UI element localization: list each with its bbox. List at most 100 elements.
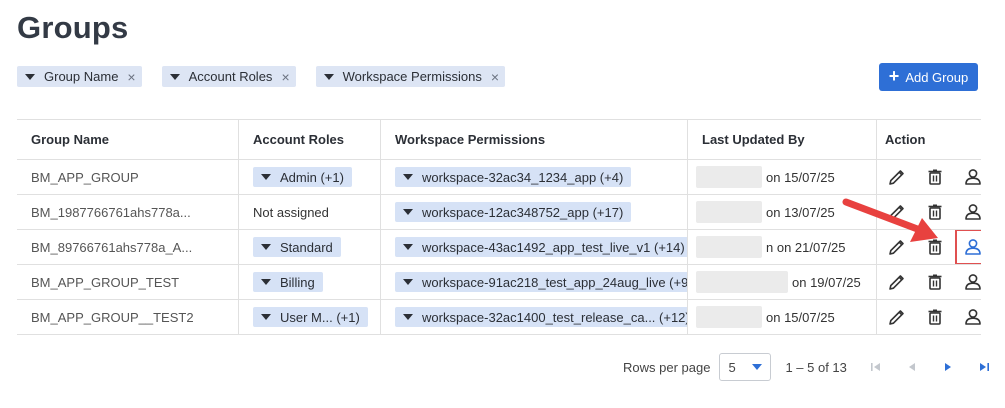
workspace-label: workspace-32ac34_1234_app (+4) <box>422 169 624 185</box>
caret-down-icon <box>261 174 271 180</box>
filter-chip-label: Account Roles <box>188 69 273 84</box>
updated-date: n on 21/07/25 <box>766 239 846 255</box>
role-tag[interactable]: Billing <box>253 272 323 292</box>
add-group-label: Add Group <box>905 69 969 85</box>
redacted-name <box>696 236 762 258</box>
caret-down-icon <box>323 73 334 80</box>
caret-down-icon <box>403 209 413 215</box>
group-name-cell: BM_89766761ahs778a_A... <box>17 230 239 264</box>
role-label: Standard <box>280 239 333 255</box>
column-header-last-updated-by[interactable]: Last Updated By <box>688 120 877 159</box>
workspace-permissions-cell: workspace-91ac218_test_app_24aug_live (+… <box>381 265 688 299</box>
last-updated-cell: on 15/07/25 <box>688 300 877 334</box>
plus-icon: + <box>888 66 900 86</box>
updated-date: on 19/07/25 <box>792 274 861 290</box>
workspace-label: workspace-12ac348752_app (+17) <box>422 204 624 220</box>
pencil-icon[interactable] <box>885 270 909 294</box>
next-page-icon[interactable] <box>941 360 955 374</box>
updated-date: on 13/07/25 <box>766 204 835 220</box>
column-header-account-roles[interactable]: Account Roles <box>239 120 381 159</box>
pagination: Rows per page 5 1 – 5 of 13 <box>623 353 991 381</box>
action-cell <box>877 160 981 194</box>
prev-page-icon[interactable] <box>905 360 919 374</box>
role-label: Admin (+1) <box>280 169 344 185</box>
caret-down-icon <box>403 314 413 320</box>
action-cell <box>877 265 981 299</box>
trash-icon[interactable] <box>923 305 947 329</box>
group-name-cell: BM_APP_GROUP <box>17 160 239 194</box>
page-range: 1 – 5 of 13 <box>785 359 847 375</box>
workspace-permissions-cell: workspace-32ac34_1234_app (+4) <box>381 160 688 194</box>
trash-icon[interactable] <box>923 270 947 294</box>
user-icon[interactable] <box>961 200 981 224</box>
filter-chip-group-name[interactable]: Group Name × <box>17 66 142 87</box>
filter-chip-account-roles[interactable]: Account Roles × <box>161 66 296 87</box>
account-roles-cell: User M... (+1) <box>239 300 381 334</box>
workspace-tag[interactable]: workspace-43ac1492_app_test_live_v1 (+14… <box>395 237 687 257</box>
close-icon[interactable]: × <box>491 70 499 84</box>
pencil-icon[interactable] <box>885 305 909 329</box>
workspace-permissions-cell: workspace-12ac348752_app (+17) <box>381 195 688 229</box>
filter-chip-label: Group Name <box>44 69 119 84</box>
account-roles-cell: Not assigned <box>239 195 381 229</box>
table-header-row: Group Name Account Roles Workspace Permi… <box>17 120 981 160</box>
caret-down-icon <box>403 244 413 250</box>
group-name-cell: BM_APP_GROUP__TEST2 <box>17 300 239 334</box>
caret-down-icon <box>25 73 35 80</box>
workspace-tag[interactable]: workspace-32ac1400_test_release_ca... (+… <box>395 307 687 327</box>
workspace-tag[interactable]: workspace-32ac34_1234_app (+4) <box>395 167 632 187</box>
filter-bar: Group Name × Account Roles × Workspace P… <box>17 66 506 87</box>
role-label: Not assigned <box>253 204 329 220</box>
redacted-name <box>696 201 762 223</box>
filter-chip-workspace-permissions[interactable]: Workspace Permissions × <box>315 66 506 87</box>
workspace-permissions-cell: workspace-43ac1492_app_test_live_v1 (+14… <box>381 230 688 264</box>
role-tag[interactable]: Standard <box>253 237 341 257</box>
user-icon[interactable] <box>955 230 981 264</box>
first-page-icon[interactable] <box>869 360 883 374</box>
caret-down-icon <box>169 73 180 80</box>
account-roles-cell: Standard <box>239 230 381 264</box>
column-header-workspace-permissions[interactable]: Workspace Permissions <box>381 120 688 159</box>
account-roles-cell: Admin (+1) <box>239 160 381 194</box>
user-icon[interactable] <box>961 270 981 294</box>
updated-date: on 15/07/25 <box>766 169 835 185</box>
caret-down-icon <box>403 174 413 180</box>
caret-down-icon <box>261 279 271 285</box>
red-arrow-annotation <box>842 198 938 242</box>
caret-down-icon <box>261 244 271 250</box>
workspace-tag[interactable]: workspace-12ac348752_app (+17) <box>395 202 632 222</box>
role-tag[interactable]: Admin (+1) <box>253 167 352 187</box>
table-row: BM_APP_GROUP Admin (+1) workspace-32ac34… <box>17 160 981 195</box>
caret-down-icon <box>261 314 271 320</box>
add-group-button[interactable]: + Add Group <box>879 63 978 91</box>
caret-down-icon <box>752 364 763 370</box>
table-row: BM_89766761ahs778a_A... Standard workspa… <box>17 230 981 265</box>
rows-per-page-select[interactable]: 5 <box>719 353 772 381</box>
workspace-permissions-cell: workspace-32ac1400_test_release_ca... (+… <box>381 300 688 334</box>
workspace-tag[interactable]: workspace-91ac218_test_app_24aug_live (+… <box>395 272 688 292</box>
last-page-icon[interactable] <box>977 360 991 374</box>
table-row: BM_APP_GROUP__TEST2 User M... (+1) works… <box>17 300 981 335</box>
group-name-cell: BM_1987766761ahs778a... <box>17 195 239 229</box>
redacted-name <box>696 166 762 188</box>
caret-down-icon <box>403 279 413 285</box>
column-header-group-name[interactable]: Group Name <box>17 120 239 159</box>
account-roles-cell: Billing <box>239 265 381 299</box>
close-icon[interactable]: × <box>281 70 289 84</box>
redacted-name <box>696 271 788 293</box>
role-tag[interactable]: User M... (+1) <box>253 307 368 327</box>
table-row: BM_1987766761ahs778a... Not assigned wor… <box>17 195 981 230</box>
role-label: Billing <box>280 274 315 290</box>
pencil-icon[interactable] <box>885 165 909 189</box>
rows-per-page-value: 5 <box>728 359 736 375</box>
workspace-label: workspace-91ac218_test_app_24aug_live (+… <box>422 274 688 290</box>
column-header-action: Action <box>885 132 926 147</box>
user-icon[interactable] <box>961 305 981 329</box>
redacted-name <box>696 306 762 328</box>
trash-icon[interactable] <box>923 165 947 189</box>
group-name-cell: BM_APP_GROUP_TEST <box>17 265 239 299</box>
close-icon[interactable]: × <box>127 70 135 84</box>
user-icon[interactable] <box>961 165 981 189</box>
rows-per-page-label: Rows per page <box>623 359 711 375</box>
updated-date: on 15/07/25 <box>766 309 835 325</box>
